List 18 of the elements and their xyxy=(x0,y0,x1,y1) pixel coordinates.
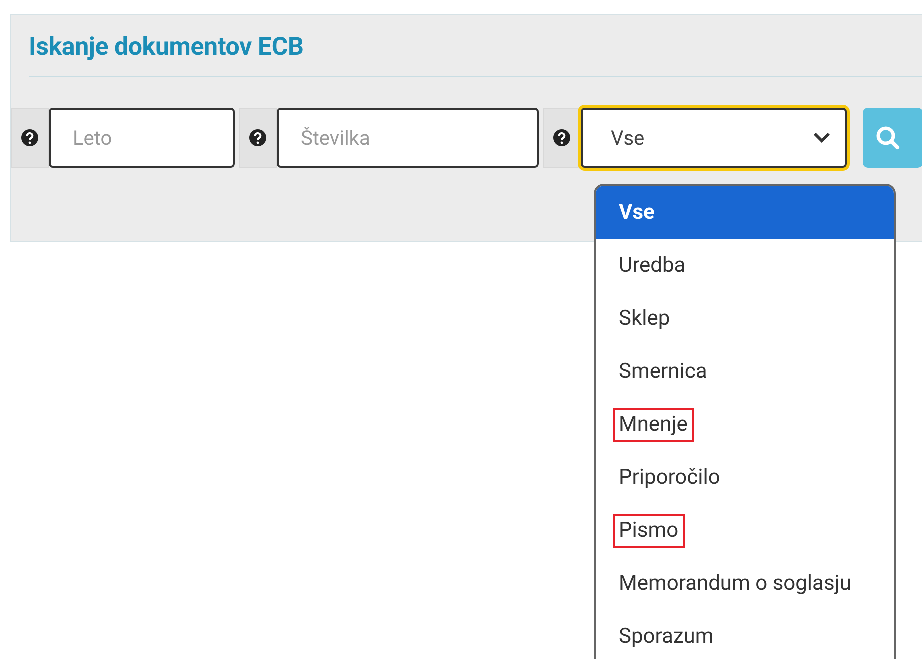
help-icon[interactable] xyxy=(553,129,571,147)
chevron-icon xyxy=(813,132,831,144)
dropdown-option[interactable]: Sporazum xyxy=(596,610,894,659)
dropdown-option[interactable]: Mnenje xyxy=(596,398,894,451)
dropdown-option[interactable]: Vse xyxy=(596,186,894,239)
text-field[interactable]: Leto xyxy=(49,108,235,168)
panel-title: Iskanje dokumentov ECB xyxy=(29,33,304,62)
dropdown-option[interactable]: Smernica xyxy=(596,345,894,398)
dropdown-option[interactable]: Uredba xyxy=(596,239,894,292)
dropdown-option[interactable]: Sklep xyxy=(596,292,894,345)
help-icon[interactable] xyxy=(21,129,39,147)
help-icon[interactable] xyxy=(249,129,267,147)
search-icon xyxy=(875,125,901,151)
dropdown-option[interactable]: Priporočilo xyxy=(596,451,894,504)
text-field[interactable]: Številka xyxy=(277,108,539,168)
dropdown-option[interactable]: Memorandum o soglasju xyxy=(596,557,894,610)
type-select[interactable]: Vse xyxy=(581,108,847,168)
dropdown-option[interactable]: Pismo xyxy=(596,504,894,557)
